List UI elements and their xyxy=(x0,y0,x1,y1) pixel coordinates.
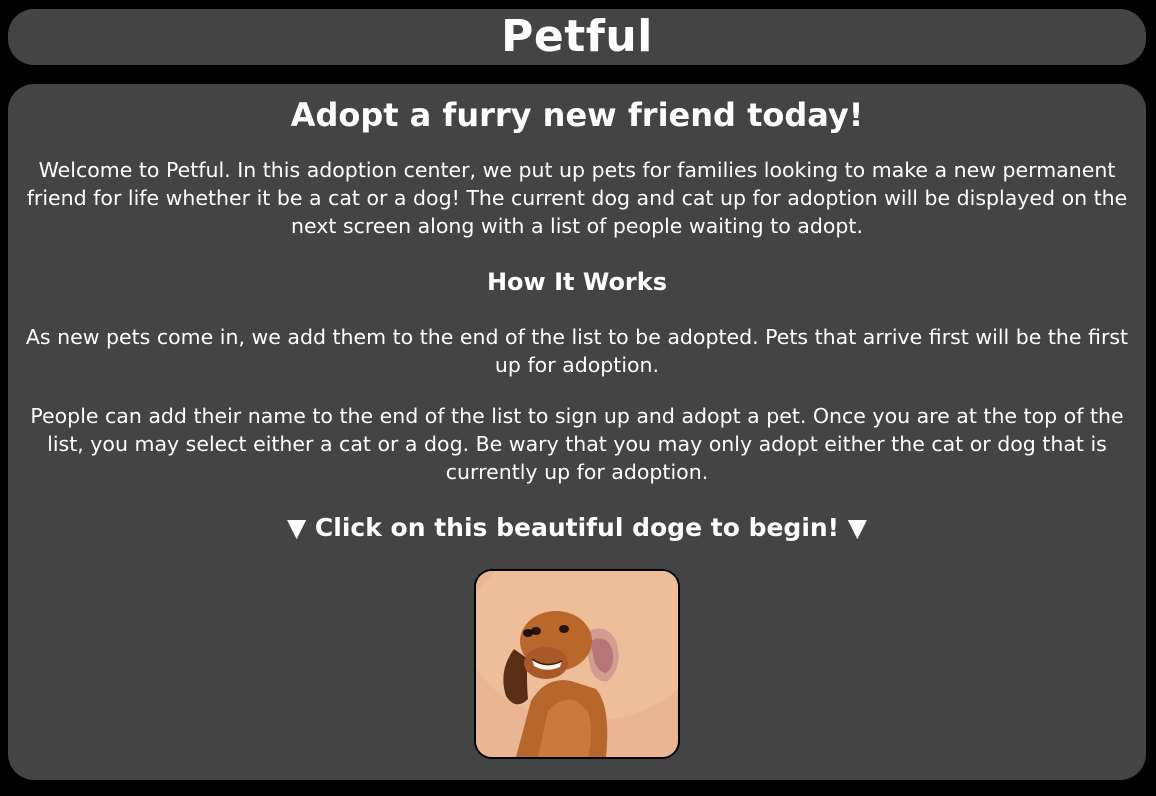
site-title: Petful xyxy=(501,11,653,62)
how-it-works-paragraph-pets: As new pets come in, we add them to the … xyxy=(25,325,1129,377)
intro-paragraph: Welcome to Petful. In this adoption cent… xyxy=(26,158,1128,238)
how-it-works-heading: How It Works xyxy=(486,268,668,296)
call-to-action: ▼ Click on this beautiful doge to begin!… xyxy=(286,513,868,542)
dog-photo-icon xyxy=(476,571,678,757)
how-it-works-paragraph-people: People can add their name to the end of … xyxy=(30,404,1124,484)
site-header: Petful xyxy=(8,9,1146,65)
main-panel: Adopt a furry new friend today! Welcome … xyxy=(8,84,1146,780)
begin-dog-image-button[interactable] xyxy=(474,569,680,759)
page-headline: Adopt a furry new friend today! xyxy=(290,96,864,134)
